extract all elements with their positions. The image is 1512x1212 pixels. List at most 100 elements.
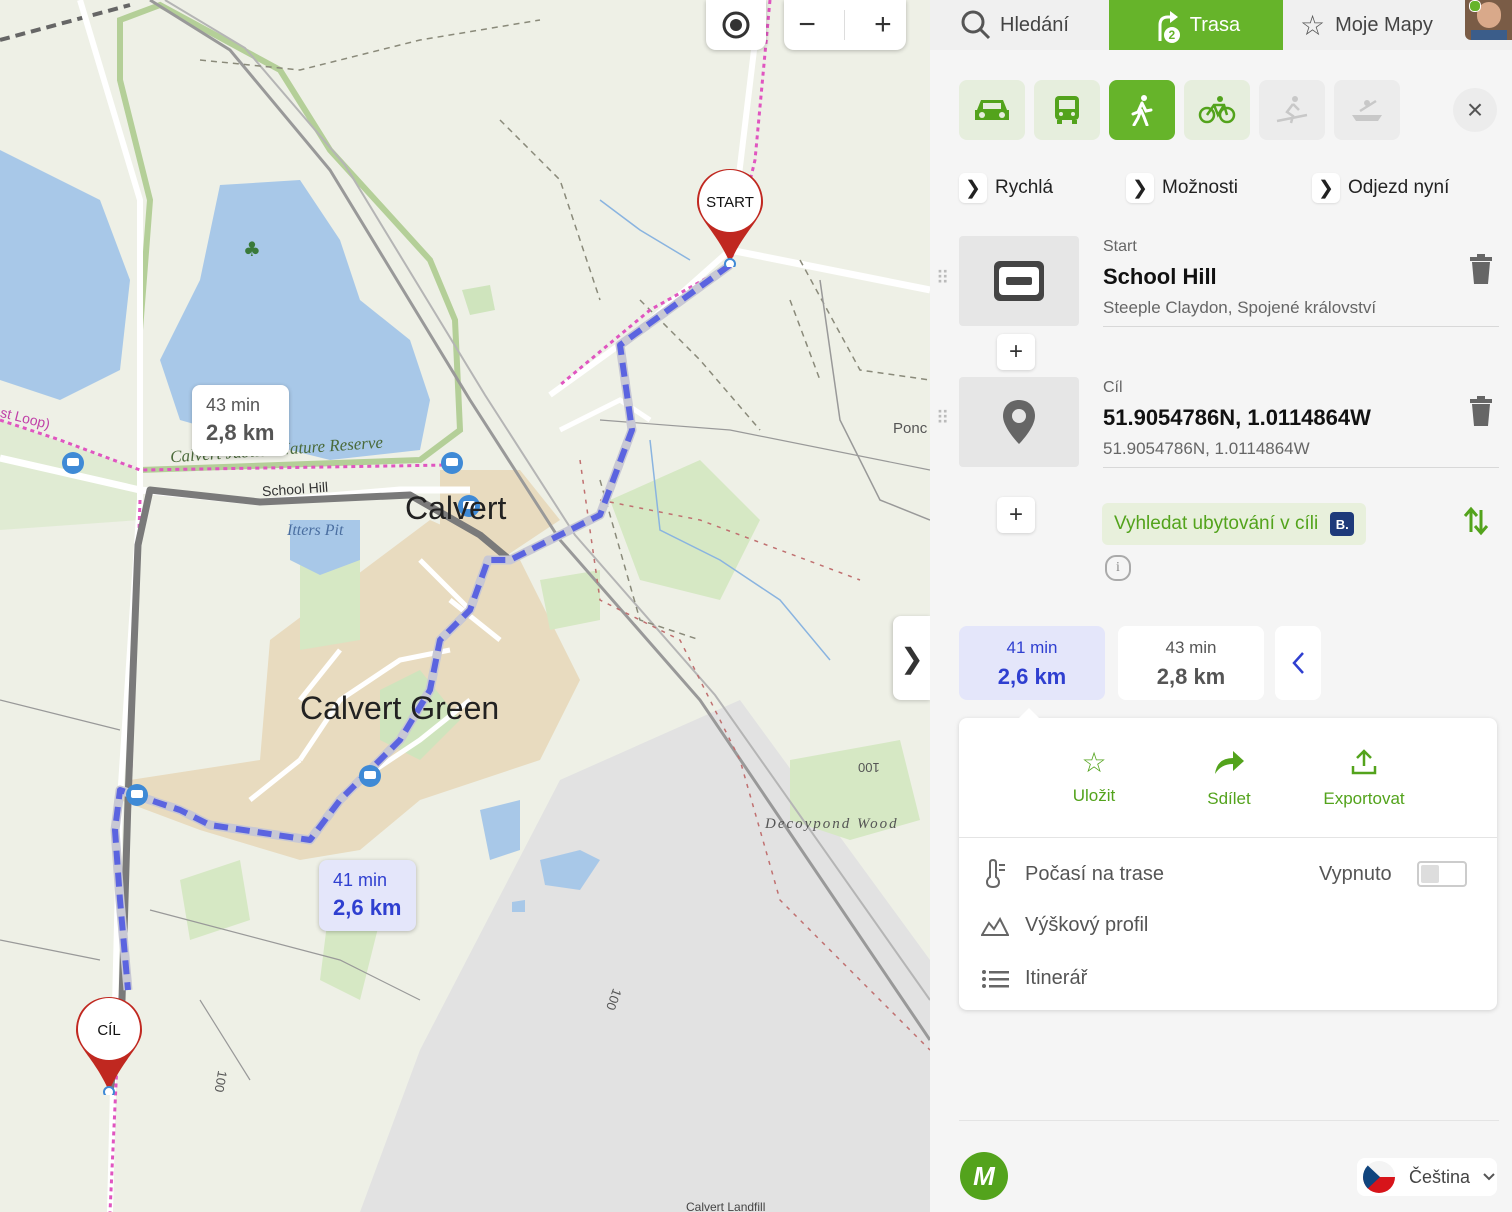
thermometer-icon xyxy=(981,859,1009,889)
online-status-dot xyxy=(1469,0,1481,12)
option-settings[interactable]: ❯ Možnosti xyxy=(1126,172,1238,204)
mode-boat xyxy=(1334,80,1400,140)
language-select[interactable]: Čeština xyxy=(1357,1158,1497,1196)
start-pin[interactable]: START xyxy=(695,167,765,270)
drag-handle-icon[interactable]: ⠿ xyxy=(936,408,949,429)
close-button[interactable]: × xyxy=(1453,88,1497,132)
tab-my-maps-label: Moje Mapy xyxy=(1335,13,1433,36)
zoom-out-button[interactable]: − xyxy=(798,8,816,42)
route-bubble-alternative[interactable]: 43 min 2,8 km xyxy=(192,385,289,456)
alternatives-toggle-button[interactable] xyxy=(1275,626,1321,700)
route-bubble-distance: 2,6 km xyxy=(333,895,402,920)
mode-public-transport[interactable] xyxy=(1034,80,1100,140)
drag-handle-icon[interactable]: ⠿ xyxy=(936,268,949,289)
elevation-profile-row[interactable]: Výškový profil xyxy=(981,913,1148,937)
place-pond: Ponc xyxy=(893,420,928,437)
route-alternative-2[interactable]: 43 min 2,8 km xyxy=(1118,626,1264,700)
option-departure[interactable]: ❯ Odjezd nyní xyxy=(1312,172,1449,204)
map-canvas[interactable]: ♣ Calvert Calvert Green School Hill Itte… xyxy=(0,0,930,1212)
weather-toggle[interactable] xyxy=(1417,861,1467,887)
card-pointer xyxy=(1017,708,1041,720)
option-departure-label: Odjezd nyní xyxy=(1348,177,1450,198)
elevation-icon xyxy=(981,913,1009,937)
start-waypoint[interactable]: Start School Hill Steeple Claydon, Spoje… xyxy=(1103,238,1499,327)
zoom-divider xyxy=(844,10,846,40)
zoom-in-button[interactable]: + xyxy=(874,8,892,42)
export-icon xyxy=(1351,749,1377,775)
place-landfill: Calvert Landfill xyxy=(686,1200,766,1212)
tab-my-maps[interactable]: ☆ Moje Mapy xyxy=(1300,0,1433,50)
info-icon[interactable]: i xyxy=(1105,555,1131,581)
add-waypoint-button[interactable]: + xyxy=(997,334,1035,370)
delete-end-button[interactable] xyxy=(1470,396,1492,431)
alternative-time: 41 min xyxy=(1006,638,1058,657)
list-icon xyxy=(981,969,1009,989)
export-button[interactable]: Exportovat xyxy=(1309,748,1419,809)
add-waypoint-button[interactable]: + xyxy=(997,497,1035,533)
location-pin-icon xyxy=(1003,400,1035,444)
locate-button[interactable] xyxy=(706,0,766,50)
place-decoypond-wood: Decoypond Wood xyxy=(765,816,899,832)
footer-divider xyxy=(959,1120,1499,1121)
start-pin-label: START xyxy=(706,193,754,211)
end-waypoint-thumbnail xyxy=(959,377,1079,467)
tab-route-label: Trasa xyxy=(1189,13,1241,36)
chevron-right-icon: ❯ xyxy=(1126,173,1154,203)
option-fast[interactable]: ❯ Rychlá xyxy=(959,172,1053,204)
end-label: Cíl xyxy=(1103,379,1123,396)
share-button[interactable]: Sdílet xyxy=(1174,748,1284,809)
route-bubble-distance: 2,8 km xyxy=(206,420,275,445)
swap-waypoints-button[interactable] xyxy=(1463,506,1489,541)
accommodation-label: Vyhledat ubytování v cíli xyxy=(1114,513,1319,534)
export-label: Exportovat xyxy=(1323,789,1405,808)
transit-stop-icon xyxy=(994,261,1044,301)
alternative-distance: 2,8 km xyxy=(1156,664,1226,689)
mode-cycling[interactable] xyxy=(1184,80,1250,140)
search-icon xyxy=(961,10,991,40)
trash-icon xyxy=(1470,396,1492,426)
option-fast-label: Rychlá xyxy=(995,177,1054,198)
save-button[interactable]: ☆ Uložit xyxy=(1039,748,1149,806)
delete-start-button[interactable] xyxy=(1470,254,1492,289)
mode-walking[interactable] xyxy=(1109,80,1175,140)
weather-label: Počasí na trase xyxy=(1025,862,1164,885)
accommodation-search-button[interactable]: Vyhledat ubytování v cíli B. xyxy=(1102,503,1367,545)
end-pin[interactable]: CÍL xyxy=(74,995,144,1098)
start-subtitle: Steeple Claydon, Spojené království xyxy=(1103,298,1377,317)
weather-row: Počasí na trase Vypnuto xyxy=(981,859,1481,889)
chevron-right-icon: ❯ xyxy=(959,173,987,203)
divider xyxy=(959,837,1497,838)
star-icon: ☆ xyxy=(1081,747,1107,778)
end-waypoint[interactable]: Cíl 51.9054786N, 1.0114864W 51.9054786N,… xyxy=(1103,379,1499,468)
svg-text:♣: ♣ xyxy=(243,237,261,261)
share-icon xyxy=(1215,751,1244,774)
trash-icon xyxy=(1470,254,1492,284)
end-pin-label: CÍL xyxy=(97,1021,121,1039)
route-bubble-time: 43 min xyxy=(206,395,261,415)
mode-car[interactable] xyxy=(959,80,1025,140)
place-calvert: Calvert xyxy=(405,490,507,526)
route-alternative-1[interactable]: 41 min 2,6 km xyxy=(959,626,1105,700)
option-settings-label: Možnosti xyxy=(1162,177,1239,198)
canoe-icon xyxy=(1352,99,1382,121)
mapy-logo[interactable]: M xyxy=(960,1152,1008,1200)
end-name: 51.9054786N, 1.0114864W xyxy=(1103,405,1371,430)
walking-icon xyxy=(1131,95,1153,126)
avatar[interactable] xyxy=(1465,0,1512,40)
top-tabs: Hledání 2 Trasa ☆ Moje Mapy xyxy=(930,0,1512,50)
alternative-distance: 2,6 km xyxy=(997,664,1067,689)
itinerary-row[interactable]: Itinerář xyxy=(981,967,1087,990)
itinerary-label: Itinerář xyxy=(1025,967,1088,989)
panel-collapse-button[interactable]: ❯ xyxy=(893,616,930,700)
route-bubble-time: 41 min xyxy=(333,870,388,890)
chevron-left-icon xyxy=(1292,652,1304,674)
tab-search[interactable]: Hledání xyxy=(960,0,1069,50)
tab-route[interactable]: 2 Trasa xyxy=(1109,0,1283,50)
avatar-shirt xyxy=(1471,30,1507,40)
language-label: Čeština xyxy=(1409,1166,1471,1187)
skiing-icon xyxy=(1276,96,1308,124)
route-bubble-selected[interactable]: 41 min 2,6 km xyxy=(319,860,416,931)
route-detail-card: ☆ Uložit Sdílet Exportovat Počasí na tra… xyxy=(959,708,1497,1010)
save-label: Uložit xyxy=(1072,786,1116,805)
bus-icon xyxy=(1055,96,1079,124)
